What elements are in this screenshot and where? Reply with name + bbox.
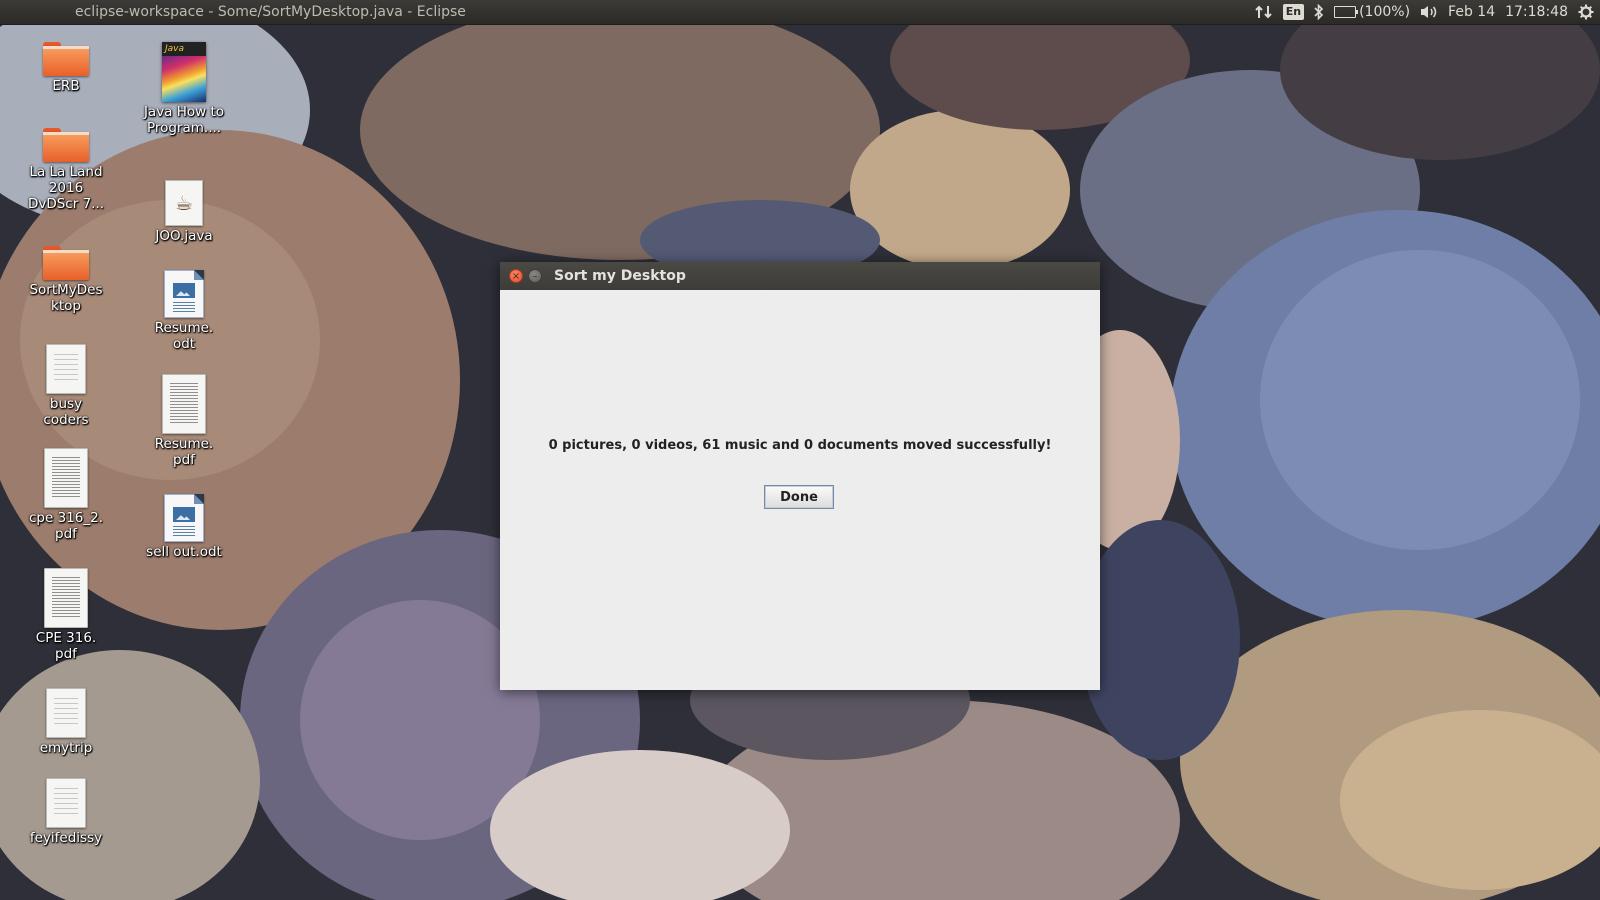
pdf-file-icon xyxy=(162,374,206,434)
desktop-icon-label: Resume. odt xyxy=(154,320,214,352)
language-label: En xyxy=(1282,4,1305,20)
desktop-icon-feyifedissy[interactable]: feyifedissy xyxy=(16,778,116,846)
desktop-icon-la-la-land[interactable]: La La Land 2016 DvDScr 7... xyxy=(16,122,116,212)
dialog-titlebar[interactable]: × – Sort my Desktop xyxy=(500,262,1100,290)
desktop-icon-sortmydesktop[interactable]: SortMyDesktop xyxy=(16,240,116,314)
battery-percent: (100%) xyxy=(1359,4,1411,20)
gear-icon[interactable] xyxy=(1578,0,1594,24)
writer-document-icon xyxy=(164,494,204,542)
desktop-icon-label: feyifedissy xyxy=(29,830,103,846)
folder-icon xyxy=(43,128,89,162)
dialog-title: Sort my Desktop xyxy=(554,268,686,284)
desktop-icon-joo-java[interactable]: ☕ JOO.java xyxy=(134,180,234,244)
keyboard-layout-indicator[interactable]: En xyxy=(1282,0,1305,24)
desktop-icon-emytrip[interactable]: emytrip xyxy=(16,688,116,756)
desktop-icon-label: La La Land 2016 DvDScr 7... xyxy=(27,164,105,212)
result-message: 0 pictures, 0 videos, 61 music and 0 doc… xyxy=(548,438,1052,453)
desktop-icon-sell-out-odt[interactable]: sell out.odt xyxy=(134,494,234,560)
volume-icon[interactable] xyxy=(1420,0,1438,24)
desktop-icon-cpe-316-2-pdf[interactable]: cpe 316_2. pdf xyxy=(16,448,116,542)
desktop-icon-label: cpe 316_2. pdf xyxy=(29,510,103,542)
desktop-icon-label: Resume. pdf xyxy=(154,436,214,468)
desktop-icon-label: JOO.java xyxy=(155,228,213,244)
book-cover-icon: Java xyxy=(162,42,206,102)
minimize-icon[interactable]: – xyxy=(528,269,542,283)
battery-indicator[interactable]: (100%) xyxy=(1334,0,1410,24)
close-icon[interactable]: × xyxy=(509,269,523,283)
desktop-icon-label: sell out.odt xyxy=(146,544,222,560)
book-cover-title: Java xyxy=(162,42,206,56)
text-file-icon xyxy=(46,778,86,828)
top-panel: eclipse-workspace - Some/SortMyDesktop.j… xyxy=(0,0,1600,25)
bluetooth-icon[interactable] xyxy=(1314,0,1324,24)
indicator-area: En (100%) Feb 14 17:18:48 xyxy=(1255,0,1594,24)
done-button[interactable]: Done xyxy=(764,485,834,509)
pdf-file-icon xyxy=(44,448,88,508)
active-window-title: eclipse-workspace - Some/SortMyDesktop.j… xyxy=(75,4,466,20)
desktop-icon-java-how-to-program[interactable]: Java Java How to Program.... xyxy=(134,42,234,136)
desktop-icon-label: emytrip xyxy=(39,740,93,756)
network-icon[interactable] xyxy=(1255,0,1273,24)
battery-icon xyxy=(1334,6,1359,18)
desktop-icon-resume-pdf[interactable]: Resume. pdf xyxy=(134,374,234,468)
writer-document-icon xyxy=(164,270,204,318)
java-file-icon: ☕ xyxy=(165,180,203,226)
desktop-icon-busy-coders[interactable]: busy coders xyxy=(16,344,116,428)
date-label[interactable]: Feb 14 xyxy=(1448,0,1495,24)
desktop-icon-label: busy coders xyxy=(43,396,89,428)
sort-my-desktop-dialog: × – Sort my Desktop 0 pictures, 0 videos… xyxy=(500,262,1100,690)
desktop-icon-label: SortMyDesktop xyxy=(29,282,103,314)
desktop-icon-label: Java How to Program.... xyxy=(143,104,225,136)
text-file-icon xyxy=(46,344,86,394)
pdf-file-icon xyxy=(44,568,88,628)
desktop-icon-erb[interactable]: ERB xyxy=(16,36,116,94)
desktop-icon-resume-odt[interactable]: Resume. odt xyxy=(134,270,234,352)
text-file-icon xyxy=(46,688,86,738)
folder-icon xyxy=(43,246,89,280)
folder-icon xyxy=(43,42,89,76)
desktop-icon-label: CPE 316. pdf xyxy=(35,630,97,662)
desktop-icon-label: ERB xyxy=(52,78,80,94)
desktop-icon-cpe-316-pdf[interactable]: CPE 316. pdf xyxy=(16,568,116,662)
clock-label[interactable]: 17:18:48 xyxy=(1505,0,1568,24)
